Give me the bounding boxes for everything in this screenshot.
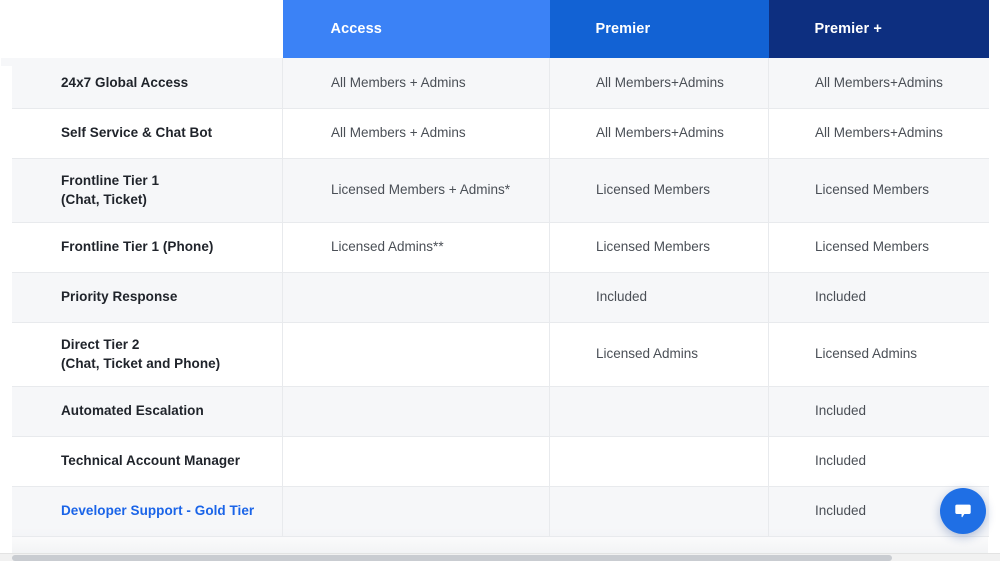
premier-cell-value: All Members+Admins (596, 74, 724, 90)
column-header-access: Access (282, 0, 550, 58)
premier-cell-value: Licensed Members (596, 182, 711, 198)
table-row: Direct Tier 2 (Chat, Ticket and Phone) Lic… (0, 322, 989, 387)
premier-cell (549, 436, 769, 487)
premier-plus-cell-value: Included (815, 289, 867, 305)
table-row: 24x7 Global Access All Members + Admins Al… (0, 58, 989, 109)
feature-cell: Frontline Tier 1 (Chat, Ticket) (0, 158, 283, 223)
access-cell: Licensed Admins** (282, 222, 550, 273)
feature-label: Direct Tier 2 (61, 336, 140, 352)
feature-label: Self Service & Chat Bot (61, 125, 213, 141)
access-cell (282, 386, 550, 437)
premier-plus-cell: All Members+Admins (768, 58, 989, 109)
table-row: Automated Escalation Included (0, 386, 989, 437)
feature-sublabel: (Chat, Ticket and Phone) (61, 356, 221, 372)
access-cell-value: All Members + Admins (331, 125, 466, 141)
table-body: 24x7 Global Access All Members + Admins Al… (0, 58, 989, 537)
premier-plus-cell-value: Included (815, 453, 867, 469)
premier-plus-cell: Licensed Admins (768, 322, 989, 387)
premier-plus-cell: Licensed Members (768, 158, 989, 223)
feature-label: Frontline Tier 1 (Phone) (61, 239, 214, 255)
table-row: Frontline Tier 1 (Phone) Licensed Admins*… (0, 222, 989, 273)
premier-cell: Included (549, 272, 769, 323)
feature-cell: Developer Support - Gold Tier (0, 486, 283, 537)
premier-plus-cell: All Members+Admins (768, 108, 989, 159)
premier-plus-cell-value: All Members+Admins (815, 74, 943, 90)
feature-cell: 24x7 Global Access (0, 58, 283, 109)
premier-plus-cell: Included (768, 436, 989, 487)
support-tier-comparison-table: Access Premier Premier + 24x7 Global Acc… (0, 0, 989, 537)
access-cell-value: Licensed Admins** (331, 239, 444, 255)
table-row: Technical Account Manager Included (0, 436, 989, 487)
premier-cell: Licensed Members (549, 222, 769, 273)
column-header-premier: Premier (549, 0, 769, 58)
table-row: Self Service & Chat Bot All Members + Adm… (0, 108, 989, 159)
premier-plus-cell-value: Included (815, 503, 867, 519)
feature-cell: Direct Tier 2 (Chat, Ticket and Phone) (0, 322, 283, 387)
access-cell (282, 486, 550, 537)
support-tier-comparison-page: Access Premier Premier + 24x7 Global Acc… (0, 0, 1000, 561)
premier-plus-cell: Licensed Members (768, 222, 989, 273)
table-scroll-viewport[interactable]: Access Premier Premier + 24x7 Global Acc… (0, 0, 1000, 553)
premier-cell: All Members+Admins (549, 58, 769, 109)
column-header-feature (0, 0, 283, 58)
horizontal-scrollbar-thumb[interactable] (12, 555, 892, 561)
premier-cell-value: Licensed Members (596, 239, 711, 255)
feature-label: 24x7 Global Access (61, 74, 189, 90)
premier-plus-cell-value: Included (815, 403, 867, 419)
premier-cell: All Members+Admins (549, 108, 769, 159)
access-cell (282, 436, 550, 487)
access-cell (282, 272, 550, 323)
access-cell (282, 322, 550, 387)
premier-plus-cell-value: Licensed Admins (815, 346, 918, 362)
feature-label: Technical Account Manager (61, 453, 241, 469)
access-cell: All Members + Admins (282, 108, 550, 159)
table-row: Frontline Tier 1 (Chat, Ticket) Licensed M… (0, 158, 989, 223)
column-header-premier-plus: Premier + (768, 0, 989, 58)
feature-cell: Automated Escalation (0, 386, 283, 437)
access-cell-value: All Members + Admins (331, 74, 466, 90)
horizontal-scrollbar-track[interactable] (0, 553, 1000, 561)
premier-cell-value: All Members+Admins (596, 125, 724, 141)
chat-bubble-icon (952, 500, 974, 522)
premier-cell: Licensed Members (549, 158, 769, 223)
access-cell: All Members + Admins (282, 58, 550, 109)
feature-label: Automated Escalation (61, 403, 204, 419)
feature-cell: Frontline Tier 1 (Phone) (0, 222, 283, 273)
premier-cell-value: Licensed Admins (596, 346, 699, 362)
premier-plus-cell: Included (768, 272, 989, 323)
feature-sublabel: (Chat, Ticket) (61, 192, 147, 208)
access-cell: Licensed Members + Admins* (282, 158, 550, 223)
premier-plus-cell-value: All Members+Admins (815, 125, 943, 141)
premier-cell (549, 386, 769, 437)
access-cell-value: Licensed Members + Admins* (331, 182, 510, 198)
table-row: Priority Response Included Included (0, 272, 989, 323)
table-left-gutter (0, 66, 12, 553)
feature-link[interactable]: Developer Support - Gold Tier (61, 503, 254, 518)
feature-cell: Self Service & Chat Bot (0, 108, 283, 159)
premier-cell: Licensed Admins (549, 322, 769, 387)
premier-plus-cell-value: Licensed Members (815, 182, 930, 198)
premier-cell-value: Included (596, 289, 648, 305)
table-header: Access Premier Premier + (0, 0, 989, 58)
table-row: Developer Support - Gold Tier Included (0, 486, 989, 537)
feature-label: Frontline Tier 1 (61, 172, 160, 188)
feature-label: Priority Response (61, 289, 178, 305)
feature-cell: Priority Response (0, 272, 283, 323)
premier-cell (549, 486, 769, 537)
premier-plus-cell-value: Licensed Members (815, 239, 930, 255)
feature-cell: Technical Account Manager (0, 436, 283, 487)
table-header-row: Access Premier Premier + (0, 0, 989, 58)
chat-widget-button[interactable] (940, 488, 986, 534)
premier-plus-cell: Included (768, 386, 989, 437)
